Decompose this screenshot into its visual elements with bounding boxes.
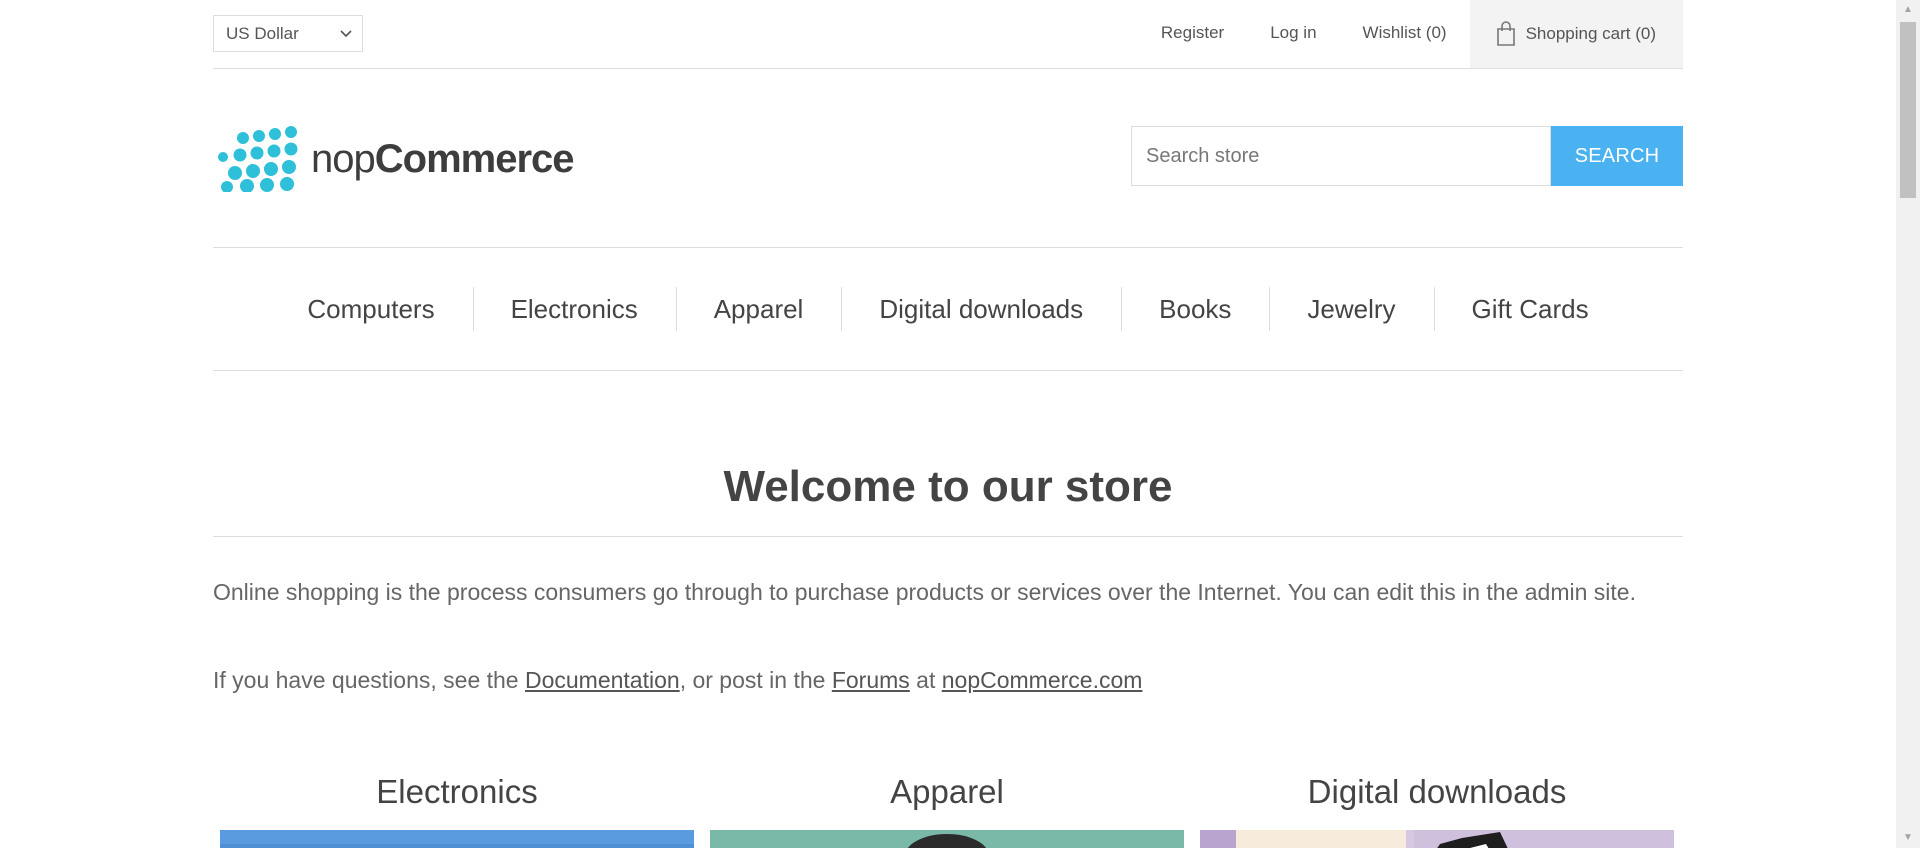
scrollbar-thumb[interactable]	[1900, 22, 1916, 198]
nopcommerce-link[interactable]: nopCommerce.com	[942, 667, 1143, 693]
menu-item-gift-cards[interactable]: Gift Cards	[1433, 287, 1627, 331]
shopping-cart-label: Shopping cart (0)	[1525, 24, 1656, 43]
help-paragraph: If you have questions, see the Documenta…	[213, 662, 1683, 698]
category-image[interactable]	[220, 830, 694, 848]
page-scrollbar[interactable]: ▲ ▼	[1896, 0, 1920, 848]
chevron-down-icon	[340, 30, 352, 38]
header-links: Register Log in Wishlist (0) Shopping ca…	[1138, 0, 1683, 68]
logo-text-bold: Commerce	[374, 136, 575, 181]
category-image[interactable]	[710, 830, 1184, 848]
wishlist-link[interactable]: Wishlist (0)	[1340, 0, 1470, 68]
category-image[interactable]	[1200, 830, 1674, 848]
documentation-link[interactable]: Documentation	[525, 667, 680, 693]
menu-item-books[interactable]: Books	[1121, 287, 1269, 331]
shopping-bag-icon	[1496, 21, 1515, 46]
logo-text-light: nop	[311, 136, 376, 181]
category-title[interactable]: Electronics	[220, 766, 694, 818]
menu-item-digital-downloads[interactable]: Digital downloads	[841, 287, 1121, 331]
electronics-image-icon	[220, 830, 694, 848]
login-link[interactable]: Log in	[1247, 0, 1339, 68]
page-container: US Dollar Register Log in Wishlist (0) S…	[213, 0, 1683, 848]
nopcommerce-logo-icon	[218, 126, 298, 192]
forums-link[interactable]: Forums	[832, 667, 910, 693]
help-text-mid: , or post in the	[679, 667, 832, 693]
menu-item-apparel[interactable]: Apparel	[675, 287, 842, 331]
category-title[interactable]: Digital downloads	[1200, 766, 1674, 818]
currency-selector-value: US Dollar	[226, 24, 299, 43]
register-link[interactable]: Register	[1138, 0, 1247, 68]
header-upper: US Dollar Register Log in Wishlist (0) S…	[213, 0, 1683, 69]
category-card-digital-downloads[interactable]: Digital downloads	[1200, 766, 1674, 848]
shopping-cart-link[interactable]: Shopping cart (0)	[1469, 0, 1683, 68]
welcome-paragraph: Online shopping is the process consumers…	[213, 579, 1636, 605]
menu-item-computers[interactable]: Computers	[269, 287, 472, 331]
search-input[interactable]: Search store	[1131, 126, 1551, 186]
digital-downloads-image-icon	[1200, 830, 1674, 848]
apparel-image-icon	[710, 830, 1184, 848]
category-card-electronics[interactable]: Electronics	[220, 766, 694, 848]
logo-wordmark: nopCommerce	[311, 136, 575, 182]
menu-item-electronics[interactable]: Electronics	[472, 287, 676, 331]
currency-selector[interactable]: US Dollar	[213, 15, 363, 52]
category-card-apparel[interactable]: Apparel	[710, 766, 1184, 848]
help-text-at: at	[909, 667, 942, 693]
main-menu: Computers Electronics Apparel Digital do…	[213, 247, 1683, 371]
scroll-down-arrow-icon[interactable]: ▼	[1896, 828, 1920, 848]
search-button[interactable]: SEARCH	[1551, 126, 1683, 186]
category-title[interactable]: Apparel	[710, 766, 1184, 818]
scroll-up-arrow-icon[interactable]: ▲	[1896, 0, 1920, 20]
store-logo[interactable]: nopCommerce	[215, 124, 595, 192]
menu-item-jewelry[interactable]: Jewelry	[1269, 287, 1433, 331]
help-text-prefix: If you have questions, see the	[213, 667, 525, 693]
page-title: Welcome to our store	[213, 455, 1683, 537]
